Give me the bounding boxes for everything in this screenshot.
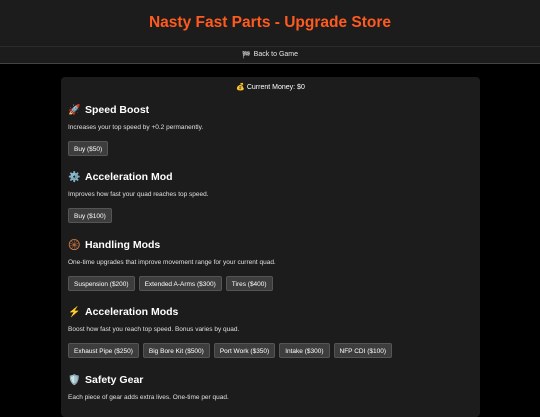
section-description: Boost how fast you reach top speed. Bonu… — [68, 326, 240, 333]
store-panel: 💰 Current Money: $0 🚀 Speed Boost Increas… — [61, 77, 480, 417]
section-acceleration-mod: ⚙️ Acceleration Mod Improves how fast yo… — [68, 171, 209, 223]
buy-speed-boost-button[interactable]: Buy ($50) — [68, 141, 109, 156]
store-title: Nasty Fast Parts - Upgrade Store — [148, 14, 392, 31]
section-title-label: Acceleration Mods — [85, 306, 179, 318]
button-row: Buy ($100) — [68, 208, 209, 223]
store-header: Nasty Fast Parts - Upgrade Store — [0, 0, 540, 47]
section-title-label: Speed Boost — [85, 104, 150, 116]
money-bag-icon: 💰 — [236, 84, 245, 91]
shield-icon: 🛡️ — [68, 374, 81, 386]
intake-button[interactable]: Intake ($300) — [279, 343, 330, 358]
button-row: Buy ($50) — [68, 141, 203, 156]
section-title-label: Handling Mods — [85, 239, 161, 251]
suspension-button[interactable]: Suspension ($200) — [68, 276, 135, 291]
section-description: Improves how fast your quad reaches top … — [68, 191, 209, 198]
extended-a-arms-button[interactable]: Extended A-Arms ($300) — [138, 276, 222, 291]
section-description: Increases your top speed by +0.2 permane… — [68, 124, 204, 131]
section-title: 🚀 Speed Boost — [68, 104, 203, 117]
flag-icon: 🏁 — [241, 51, 251, 59]
current-money-label: Current Money: $0 — [246, 84, 305, 91]
button-row: Suspension ($200) Extended A-Arms ($300)… — [68, 276, 276, 291]
tires-button[interactable]: Tires ($400) — [225, 276, 273, 291]
section-safety-gear: 🛡️ Safety Gear Each piece of gear adds e… — [68, 374, 229, 402]
back-to-game-link[interactable]: 🏁 Back to Game — [0, 47, 540, 64]
button-row: Exhaust Pipe ($250) Big Bore Kit ($500) … — [68, 343, 392, 358]
gear-icon: ⚙️ — [68, 171, 81, 183]
current-money: 💰 Current Money: $0 — [68, 83, 473, 92]
rocket-icon: 🚀 — [68, 104, 81, 116]
section-title: 🛡️ Safety Gear — [68, 374, 229, 387]
section-speed-boost: 🚀 Speed Boost Increases your top speed b… — [68, 104, 203, 156]
back-to-game-label: Back to Game — [253, 51, 299, 58]
section-title-label: Safety Gear — [85, 374, 144, 386]
section-title: ⚡ Acceleration Mods — [68, 306, 392, 319]
port-work-button[interactable]: Port Work ($350) — [213, 343, 276, 358]
steering-wheel-icon: 🛞 — [68, 239, 81, 251]
exhaust-pipe-button[interactable]: Exhaust Pipe ($250) — [68, 343, 139, 358]
nfp-cdi-button[interactable]: NFP CDI ($100) — [333, 343, 392, 358]
section-description: Each piece of gear adds extra lives. One… — [68, 394, 229, 401]
big-bore-kit-button[interactable]: Big Bore Kit ($500) — [142, 343, 210, 358]
section-acceleration-mods: ⚡ Acceleration Mods Boost how fast you r… — [68, 306, 392, 358]
section-handling-mods: 🛞 Handling Mods One-time upgrades that i… — [68, 239, 276, 291]
section-title-label: Acceleration Mod — [85, 171, 173, 183]
section-title: ⚙️ Acceleration Mod — [68, 171, 209, 184]
section-title: 🛞 Handling Mods — [68, 239, 276, 252]
lightning-icon: ⚡ — [68, 306, 81, 318]
buy-acceleration-mod-button[interactable]: Buy ($100) — [68, 208, 112, 223]
section-description: One-time upgrades that improve movement … — [68, 259, 276, 266]
